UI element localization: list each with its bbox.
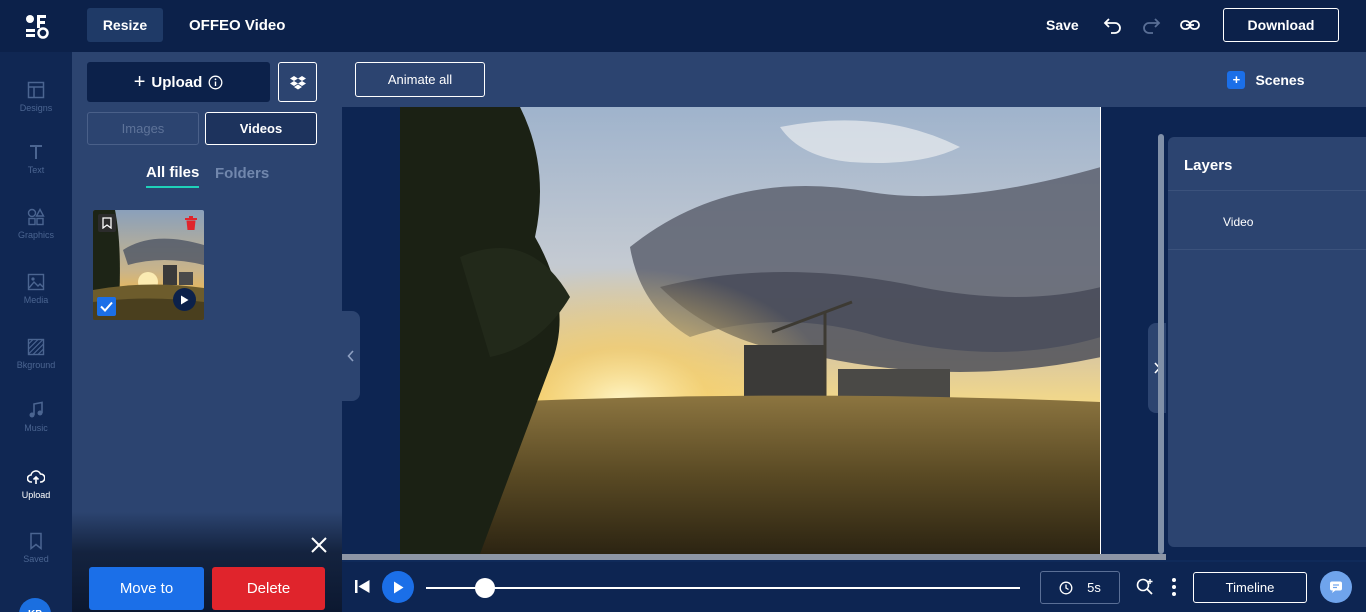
play-icon (393, 581, 403, 593)
skip-back-icon[interactable] (354, 578, 371, 595)
scenes-header[interactable]: + Scenes (1166, 52, 1366, 107)
rail-label: Saved (23, 554, 49, 564)
duration-button[interactable]: 5s (1040, 571, 1120, 604)
dropbox-button[interactable] (278, 62, 317, 102)
rail-label: Designs (19, 103, 53, 113)
layers-panel: Layers Video (1168, 137, 1366, 547)
playback-bar: 5s Timeline (342, 562, 1366, 612)
rail-label: Music (24, 423, 48, 433)
pattern-icon (27, 338, 45, 356)
rail-item-bkground[interactable]: Bkground (0, 324, 72, 384)
rail-item-graphics[interactable]: Graphics (0, 194, 72, 254)
upload-panel: + Upload Images Videos All files Folders (72, 52, 342, 612)
dropbox-icon (289, 75, 306, 89)
horizontal-scrollbar[interactable] (342, 554, 1166, 560)
top-bar: Resize OFFEO Video Save Download (0, 0, 1366, 52)
music-icon (29, 401, 43, 418)
add-scene-icon[interactable]: + (1227, 70, 1246, 89)
filter-images[interactable]: Images (87, 112, 199, 145)
zoom-icon[interactable] (1135, 577, 1155, 597)
shapes-icon (27, 208, 45, 226)
divider (1168, 190, 1366, 191)
delete-button[interactable]: Delete (212, 567, 325, 610)
filter-videos[interactable]: Videos (205, 112, 317, 145)
chevron-left-icon (347, 350, 354, 362)
divider (1168, 249, 1366, 250)
move-to-button[interactable]: Move to (89, 567, 204, 610)
offeo-logo[interactable] (24, 12, 52, 40)
rail-label: Bkground (16, 360, 56, 370)
layers-title: Layers (1184, 157, 1233, 174)
upload-button[interactable]: + Upload (87, 62, 270, 102)
chat-icon (1330, 581, 1342, 593)
info-icon[interactable] (208, 75, 223, 90)
vertical-scrollbar[interactable] (1158, 134, 1164, 554)
progress-knob[interactable] (475, 578, 496, 598)
rail-label: Text (27, 165, 45, 175)
bookmark-icon (30, 532, 42, 550)
resize-button[interactable]: Resize (87, 8, 163, 42)
rail-item-media[interactable]: Media (0, 259, 72, 319)
image-icon (27, 273, 45, 291)
chat-button[interactable] (1320, 571, 1352, 603)
more-vertical-icon[interactable] (1171, 577, 1177, 597)
rail-label: Graphics (17, 230, 54, 240)
download-button[interactable]: Download (1223, 8, 1339, 42)
save-button[interactable]: Save (1046, 17, 1079, 33)
link-icon[interactable] (1179, 14, 1201, 36)
tab-all-files[interactable]: All files (146, 164, 200, 188)
rail-item-saved[interactable]: Saved (0, 518, 72, 578)
tab-folders[interactable]: Folders (215, 165, 269, 182)
play-icon[interactable] (173, 288, 196, 311)
right-panel: + Scenes Layers Video (1166, 52, 1366, 560)
play-button[interactable] (382, 571, 414, 603)
rail-label: Media (23, 295, 49, 305)
rail-item-text[interactable]: Text (0, 129, 72, 189)
animate-all-button[interactable]: Animate all (355, 62, 485, 97)
duration-value: 5s (1087, 580, 1101, 595)
left-rail: Designs Text Graphics Media Bkground Mus… (0, 52, 72, 612)
progress-track[interactable] (426, 587, 1020, 589)
clock-icon (1059, 581, 1073, 594)
video-thumbnail[interactable] (93, 210, 204, 320)
redo-icon[interactable] (1140, 14, 1162, 36)
timeline-button[interactable]: Timeline (1193, 572, 1307, 603)
bookmark-icon[interactable] (98, 214, 116, 232)
collapse-left-panel[interactable] (342, 311, 360, 401)
selected-checkbox[interactable] (97, 297, 116, 316)
rail-item-music[interactable]: Music (0, 387, 72, 447)
project-title[interactable]: OFFEO Video (189, 17, 285, 34)
layout-icon (27, 81, 45, 99)
undo-icon[interactable] (1102, 14, 1124, 36)
rail-label: Upload (21, 490, 51, 500)
cloud-upload-icon (27, 470, 45, 484)
canvas-toolbar: Animate all (342, 52, 1166, 107)
video-frame-image (400, 107, 1100, 554)
layer-item-video[interactable]: Video (1223, 215, 1253, 229)
scenes-label: Scenes (1255, 71, 1305, 88)
upload-label: Upload (151, 73, 203, 91)
text-icon (30, 145, 42, 159)
video-canvas[interactable] (400, 107, 1101, 554)
plus-icon: + (133, 70, 146, 93)
close-icon[interactable] (310, 536, 328, 554)
canvas-area: Animate all (342, 52, 1166, 560)
trash-icon[interactable] (185, 216, 197, 230)
check-icon (100, 301, 113, 312)
rail-item-designs[interactable]: Designs (0, 67, 72, 127)
rail-item-upload[interactable]: Upload (0, 454, 72, 514)
